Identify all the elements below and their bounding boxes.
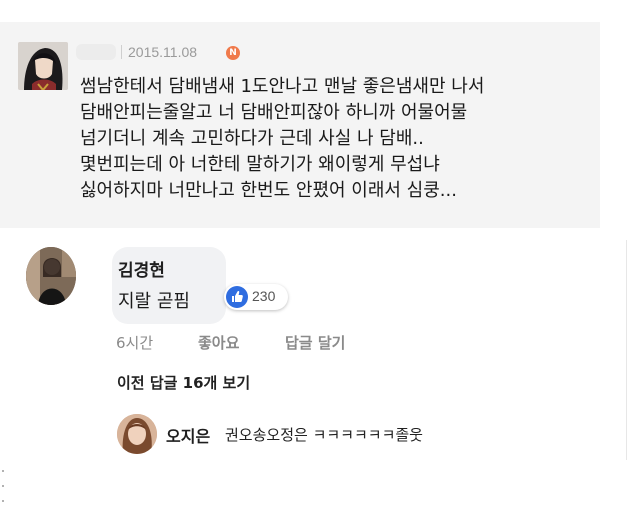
post-line: 썸남한테서 담배냄새 1도안나고 맨날 좋은냄새만 나서 xyxy=(80,76,485,97)
author-name-blurred xyxy=(76,44,116,60)
post-line: 몇번피는데 아 너한테 말하기가 왜이렇게 무섭냐 xyxy=(80,154,440,175)
reply-author-name[interactable]: 오지은 xyxy=(166,423,210,447)
reply-author-avatar[interactable] xyxy=(117,414,157,454)
comment-author-name[interactable]: 김경현 xyxy=(118,256,165,281)
post-author-avatar[interactable] xyxy=(18,42,68,90)
post-line: 넘기더니 계속 고민하다가 근데 사실 나 담배.. xyxy=(80,128,424,149)
post-card: 2015.11.08 N 썸남한테서 담배냄새 1도안나고 맨날 좋은냄새만 나… xyxy=(0,22,600,228)
reaction-count-pill[interactable]: 230 xyxy=(224,284,288,310)
like-count: 230 xyxy=(252,288,276,304)
post-line: 담배안피는줄알고 너 담배안피잖아 하니까 어물어물 xyxy=(80,102,468,123)
post-date: 2015.11.08 xyxy=(128,44,198,60)
like-button[interactable]: 좋아요 xyxy=(198,332,239,353)
comment-author-avatar[interactable] xyxy=(26,247,76,305)
post-line: 싫어하지마 너만나고 한번도 안폈어 이래서 심쿵... xyxy=(80,180,457,201)
thumbs-up-icon xyxy=(226,286,248,308)
edge-dot xyxy=(2,500,4,502)
edge-dot xyxy=(2,485,4,487)
edge-dot xyxy=(2,470,4,472)
post-body: 썸남한테서 담배냄새 1도안나고 맨날 좋은냄새만 나서 담배안피는줄알고 너 … xyxy=(80,74,596,204)
view-previous-replies-link[interactable]: 이전 답글 16개 보기 xyxy=(117,372,250,393)
comment-time: 6시간 xyxy=(116,334,154,352)
reply-text: 권오송오정은 ㅋㅋㅋㅋㅋㅋ졸웃 xyxy=(225,426,423,444)
new-badge: N xyxy=(226,46,240,60)
divider xyxy=(121,45,122,59)
comment-text: 지랄 곧핌 xyxy=(118,291,190,312)
reply-button[interactable]: 답글 달기 xyxy=(285,332,345,353)
right-edge-divider xyxy=(626,240,627,460)
